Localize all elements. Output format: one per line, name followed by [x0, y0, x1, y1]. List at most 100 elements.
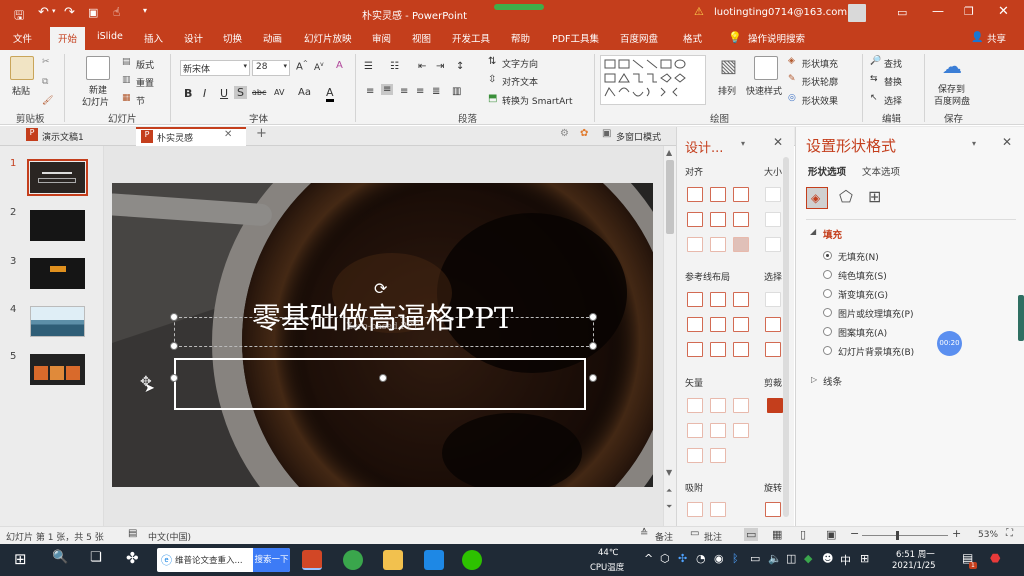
close-icon[interactable]: ✕ — [998, 4, 1009, 19]
format-pane-close-icon[interactable]: ✕ — [1002, 135, 1012, 149]
multi-window-button[interactable]: 多窗口模式 — [616, 130, 661, 143]
copy-icon[interactable]: ⧉ — [42, 77, 48, 87]
tab-design[interactable]: 设计 — [184, 31, 203, 45]
scroll-thumb[interactable] — [666, 160, 674, 234]
background-fill-radio[interactable] — [823, 346, 832, 355]
tab-baidu-netdisk[interactable]: 百度网盘 — [620, 31, 658, 45]
guide-center-icon[interactable] — [710, 292, 726, 307]
distribute-h-tool-icon[interactable] — [687, 237, 703, 252]
close-tab-icon[interactable]: ✕ — [224, 129, 232, 140]
save-to-label2[interactable]: 百度网盘 — [934, 94, 970, 107]
save-icon[interactable]: 🖫 — [14, 6, 24, 27]
guide-frame-icon[interactable] — [710, 342, 726, 357]
shape-options-tab[interactable]: 形状选项 — [808, 164, 846, 178]
tab-format[interactable]: 格式 — [683, 31, 702, 45]
tab-view[interactable]: 视图 — [412, 31, 431, 45]
slide-sorter-icon[interactable]: ▦ — [772, 528, 782, 541]
slide-thumbnail-4[interactable] — [30, 306, 85, 337]
selected-text-box[interactable] — [174, 358, 586, 410]
spellcheck-icon[interactable]: ▤ — [128, 528, 137, 539]
clock-time[interactable]: 6:51 周一 — [896, 548, 935, 560]
text-direction-icon[interactable]: ⇅ — [488, 56, 496, 67]
no-fill-radio[interactable] — [823, 251, 832, 260]
text-tool-icon[interactable] — [687, 448, 703, 463]
guide-frame-icon[interactable] — [687, 342, 703, 357]
tab-insert[interactable]: 插入 — [144, 31, 163, 45]
resize-handle[interactable] — [589, 342, 597, 350]
size-properties-icon[interactable]: ⊞ — [868, 187, 881, 206]
vector-combine-icon[interactable] — [710, 398, 726, 413]
shape-effects-icon[interactable]: ◎ — [788, 93, 796, 103]
undo-dropdown-icon[interactable]: ▾ — [52, 7, 56, 15]
normal-view-icon[interactable]: ▭ — [744, 528, 759, 541]
resize-handle[interactable] — [589, 374, 597, 382]
gradient-fill-label[interactable]: 渐变填充(G) — [838, 288, 888, 301]
zoom-level[interactable]: 53% — [978, 530, 998, 540]
tray-app-icon[interactable]: ◔ — [696, 552, 706, 565]
resize-handle[interactable] — [379, 374, 387, 382]
distribute-icon[interactable]: ≣ — [432, 86, 440, 97]
customize-qat-icon[interactable]: ▾ — [143, 6, 147, 15]
shape-fill-button[interactable]: 形状填充 — [802, 57, 838, 70]
paste-icon[interactable] — [10, 56, 34, 80]
vector-intersect-icon[interactable] — [687, 423, 703, 438]
shape-outline-button[interactable]: 形状轮廓 — [802, 75, 838, 88]
pattern-fill-radio[interactable] — [823, 327, 832, 336]
layout-button[interactable]: 版式 — [136, 58, 154, 71]
arrange-icon[interactable]: ▧ — [720, 56, 737, 77]
touch-mode-icon[interactable]: ☝ — [113, 5, 120, 19]
pinwheel-app-icon[interactable]: ✤ — [126, 549, 139, 567]
shadow-button[interactable]: S — [234, 86, 247, 99]
new-tab-icon[interactable]: + — [256, 126, 267, 141]
rotate-tool-icon[interactable] — [765, 502, 781, 517]
scroll-up-icon[interactable]: ▲ — [666, 148, 672, 157]
tab-slideshow[interactable]: 幻灯片放映 — [304, 31, 352, 45]
line-expand-icon[interactable]: ▷ — [811, 375, 817, 384]
user-email[interactable]: luotingting0714@163.com — [714, 7, 847, 18]
smartart-button[interactable]: 转换为 SmartArt — [502, 94, 572, 107]
tray-app-icon[interactable]: ☻ — [822, 552, 833, 565]
align-left-tool-icon[interactable] — [687, 187, 703, 202]
replace-icon[interactable]: ⇆ — [870, 74, 878, 84]
find-button[interactable]: 查找 — [884, 57, 902, 70]
fill-line-icon[interactable]: ◈ — [806, 187, 828, 209]
align-bottom-tool-icon[interactable] — [733, 212, 749, 227]
select-tool-icon[interactable] — [765, 342, 781, 357]
multi-window-icon[interactable]: ▣ — [602, 128, 611, 139]
tray-chevron-icon[interactable]: ^ — [644, 552, 653, 565]
italic-button[interactable]: I — [203, 87, 206, 100]
slide[interactable]: 零基础做高逼格PPT Zero-based PPT ⟳ — [112, 183, 653, 487]
underline-button[interactable]: U — [220, 87, 228, 100]
comments-button[interactable]: 批注 — [704, 530, 722, 543]
zoom-slider[interactable] — [862, 531, 948, 540]
restore-icon[interactable]: ❐ — [964, 5, 974, 18]
fill-collapse-icon[interactable]: ◢ — [810, 227, 816, 236]
doc-tab-1[interactable]: P 演示文稿1 — [24, 127, 132, 145]
line-spacing-icon[interactable]: ↕ — [456, 61, 464, 72]
browser-search-box[interactable]: ⓔ 维普论文查重入... 搜索一下 — [157, 548, 290, 572]
section-button[interactable]: 节 — [136, 94, 145, 107]
text-options-tab[interactable]: 文本选项 — [862, 164, 900, 178]
fill-section-header[interactable]: 填充 — [823, 227, 842, 241]
find-icon[interactable]: 🔎 — [870, 56, 881, 66]
resize-handle[interactable] — [589, 313, 597, 321]
size-tool-icon[interactable] — [765, 212, 781, 227]
tab-developer[interactable]: 开发工具 — [452, 31, 490, 45]
tab-islide[interactable]: iSlide — [97, 31, 123, 42]
ime-grid-icon[interactable]: ⊞ — [860, 552, 869, 565]
align-center-icon[interactable]: ≡ — [381, 84, 394, 95]
size-tool-icon[interactable] — [765, 187, 781, 202]
file-explorer-taskbar-icon[interactable] — [383, 550, 403, 570]
reset-button[interactable]: 重置 — [136, 76, 154, 89]
bluetooth-icon[interactable]: ᛒ — [732, 552, 739, 565]
quick-styles-button[interactable]: 快速样式 — [746, 84, 782, 97]
guide-left-icon[interactable] — [687, 292, 703, 307]
snap-tool-icon[interactable] — [710, 502, 726, 517]
decrease-indent-icon[interactable]: ⇤ — [418, 61, 426, 72]
tell-me-search[interactable]: 操作说明搜索 — [748, 31, 805, 45]
tab-home[interactable]: 开始 — [50, 27, 86, 50]
bold-button[interactable]: B — [184, 87, 192, 100]
shrink-font-icon[interactable]: Av — [314, 61, 324, 73]
browser-search-button[interactable]: 搜索一下 — [253, 548, 290, 572]
ribbon-display-icon[interactable]: ▭ — [897, 6, 907, 19]
